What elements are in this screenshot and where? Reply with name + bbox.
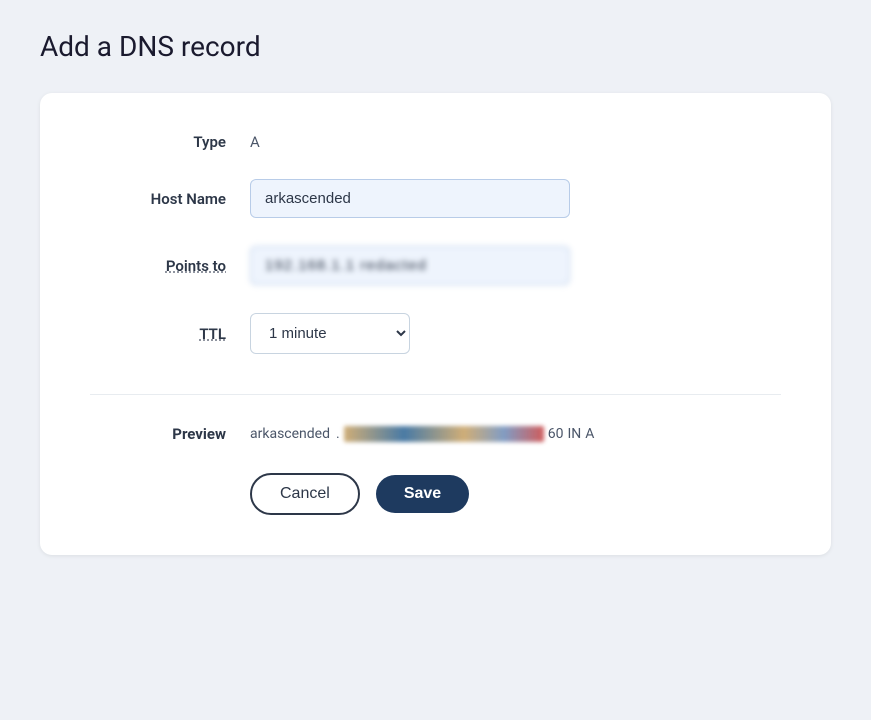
type-label: Type bbox=[90, 133, 250, 151]
hostname-row: Host Name bbox=[90, 179, 781, 218]
preview-separator: . bbox=[336, 426, 340, 442]
preview-host: arkascended bbox=[250, 426, 330, 442]
preview-value: arkascended . 60 IN A bbox=[250, 426, 594, 442]
hostname-label: Host Name bbox=[90, 190, 250, 208]
save-button[interactable]: Save bbox=[376, 475, 469, 513]
preview-type: A bbox=[585, 426, 594, 442]
page-title: Add a DNS record bbox=[40, 30, 831, 63]
preview-blurred-domain bbox=[344, 426, 544, 442]
preview-class: IN bbox=[567, 426, 581, 442]
preview-section: Preview arkascended . 60 IN A bbox=[90, 425, 781, 443]
form-section: Type A Host Name Points to TTL 1 minute … bbox=[90, 133, 781, 395]
ttl-row: TTL 1 minute 5 minutes 10 minutes 30 min… bbox=[90, 313, 781, 354]
type-value: A bbox=[250, 133, 260, 151]
ttl-select[interactable]: 1 minute 5 minutes 10 minutes 30 minutes… bbox=[250, 313, 410, 354]
preview-label: Preview bbox=[90, 425, 250, 443]
points-to-input[interactable] bbox=[250, 246, 570, 285]
cancel-button[interactable]: Cancel bbox=[250, 473, 360, 515]
ttl-label: TTL bbox=[90, 325, 250, 343]
preview-ttl: 60 bbox=[548, 426, 564, 442]
points-to-label: Points to bbox=[90, 257, 250, 275]
button-row: Cancel Save bbox=[90, 473, 781, 515]
points-to-row: Points to bbox=[90, 246, 781, 285]
dns-record-card: Type A Host Name Points to TTL 1 minute … bbox=[40, 93, 831, 555]
hostname-input[interactable] bbox=[250, 179, 570, 218]
type-row: Type A bbox=[90, 133, 781, 151]
